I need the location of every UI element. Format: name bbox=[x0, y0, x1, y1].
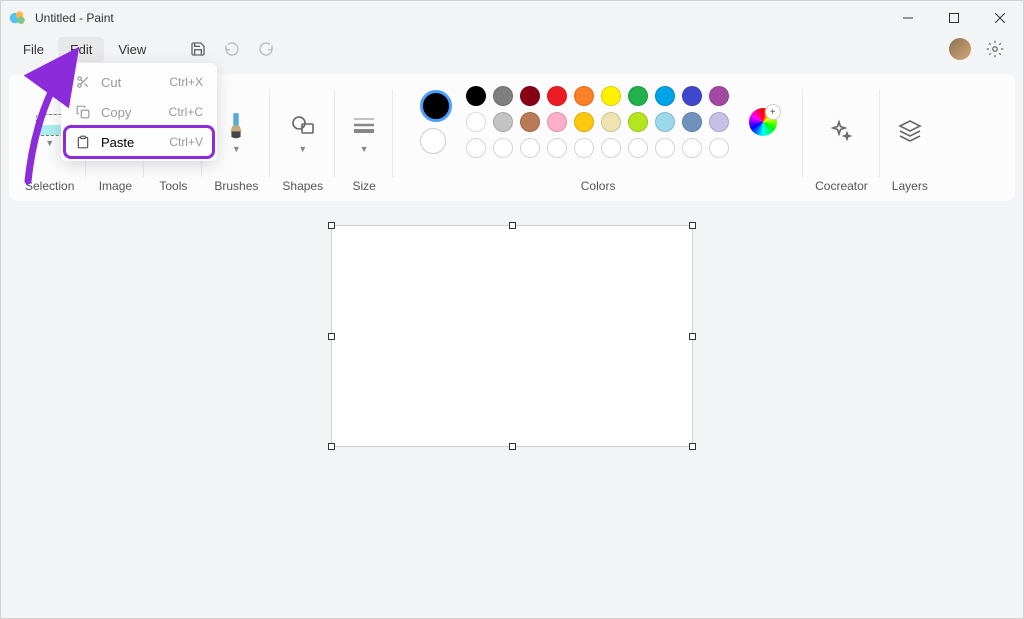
copy-label: Copy bbox=[101, 105, 159, 120]
title-bar: Untitled - Paint bbox=[1, 1, 1023, 34]
group-shapes: ▼ Shapes bbox=[270, 82, 335, 197]
chevron-down-icon: ▼ bbox=[298, 144, 307, 154]
color-swatch-empty[interactable] bbox=[628, 138, 648, 158]
color-swatch[interactable] bbox=[628, 112, 648, 132]
save-button[interactable] bbox=[182, 35, 214, 63]
menu-cut[interactable]: Cut Ctrl+X bbox=[65, 67, 213, 97]
color-swatch-empty[interactable] bbox=[709, 138, 729, 158]
menu-file[interactable]: File bbox=[11, 37, 56, 62]
color-swatch[interactable] bbox=[655, 112, 675, 132]
primary-color[interactable] bbox=[420, 90, 452, 122]
color-swatch-empty[interactable] bbox=[601, 138, 621, 158]
chevron-down-icon: ▼ bbox=[232, 144, 241, 154]
cut-shortcut: Ctrl+X bbox=[169, 75, 203, 89]
settings-button[interactable] bbox=[979, 35, 1011, 63]
shapes-icon bbox=[286, 108, 320, 142]
chevron-down-icon: ▼ bbox=[360, 144, 369, 154]
color-swatch[interactable] bbox=[547, 112, 567, 132]
group-colors: Colors bbox=[393, 82, 803, 197]
paste-shortcut: Ctrl+V bbox=[169, 135, 203, 149]
color-swatch-empty[interactable] bbox=[466, 138, 486, 158]
resize-handle[interactable] bbox=[509, 443, 516, 450]
resize-handle[interactable] bbox=[689, 333, 696, 340]
resize-handle[interactable] bbox=[328, 443, 335, 450]
resize-handle[interactable] bbox=[509, 222, 516, 229]
group-cocreator: Cocreator bbox=[803, 82, 880, 197]
canvas-area bbox=[1, 225, 1023, 447]
copy-icon bbox=[75, 104, 91, 120]
color-swatch[interactable] bbox=[628, 86, 648, 106]
cocreator-tool[interactable] bbox=[824, 86, 858, 175]
secondary-color[interactable] bbox=[420, 128, 446, 154]
minimize-button[interactable] bbox=[885, 1, 931, 34]
menu-view[interactable]: View bbox=[106, 37, 158, 62]
selection-icon bbox=[36, 114, 64, 136]
color-swatch-empty[interactable] bbox=[493, 138, 513, 158]
color-swatch[interactable] bbox=[682, 86, 702, 106]
color-swatch[interactable] bbox=[682, 112, 702, 132]
undo-button[interactable] bbox=[216, 35, 248, 63]
maximize-button[interactable] bbox=[931, 1, 977, 34]
color-swatch[interactable] bbox=[520, 112, 540, 132]
color-swatch[interactable] bbox=[466, 86, 486, 106]
color-swatch[interactable] bbox=[655, 86, 675, 106]
window-controls bbox=[885, 1, 1023, 34]
canvas[interactable] bbox=[331, 225, 693, 447]
shapes-tool[interactable]: ▼ bbox=[286, 86, 320, 175]
color-swatch[interactable] bbox=[520, 86, 540, 106]
cut-label: Cut bbox=[101, 75, 159, 90]
window-title: Untitled - Paint bbox=[35, 11, 885, 25]
color-swatch[interactable] bbox=[709, 86, 729, 106]
color-swatch[interactable] bbox=[601, 112, 621, 132]
color-swatch[interactable] bbox=[493, 112, 513, 132]
edit-dropdown: Cut Ctrl+X Copy Ctrl+C Paste Ctrl+V bbox=[61, 63, 217, 161]
close-button[interactable] bbox=[977, 1, 1023, 34]
edit-colors-button[interactable] bbox=[749, 108, 777, 136]
brushes-tool[interactable]: ▼ bbox=[219, 86, 253, 175]
paste-icon bbox=[75, 134, 91, 150]
color-swatch[interactable] bbox=[547, 86, 567, 106]
color-swatch[interactable] bbox=[601, 86, 621, 106]
color-swatch[interactable] bbox=[709, 112, 729, 132]
color-swatch-empty[interactable] bbox=[574, 138, 594, 158]
color-swatch-empty[interactable] bbox=[655, 138, 675, 158]
menu-bar: File Edit View bbox=[1, 34, 1023, 64]
menu-copy[interactable]: Copy Ctrl+C bbox=[65, 97, 213, 127]
color-swatch[interactable] bbox=[574, 112, 594, 132]
redo-button[interactable] bbox=[250, 35, 282, 63]
color-swatch[interactable] bbox=[574, 86, 594, 106]
resize-handle[interactable] bbox=[328, 222, 335, 229]
resize-handle[interactable] bbox=[328, 333, 335, 340]
color-swatch-empty[interactable] bbox=[547, 138, 567, 158]
menu-edit[interactable]: Edit bbox=[58, 37, 104, 62]
color-swatch[interactable] bbox=[493, 86, 513, 106]
paste-label: Paste bbox=[101, 135, 159, 150]
size-tool[interactable]: ▼ bbox=[347, 86, 381, 175]
color-palette bbox=[466, 86, 729, 158]
color-swatch[interactable] bbox=[466, 112, 486, 132]
brush-icon bbox=[219, 108, 253, 142]
paint-app-icon bbox=[9, 9, 27, 27]
chevron-down-icon: ▼ bbox=[45, 138, 54, 148]
resize-handle[interactable] bbox=[689, 443, 696, 450]
user-avatar[interactable] bbox=[949, 38, 971, 60]
color-swatch-empty[interactable] bbox=[520, 138, 540, 158]
layers-icon bbox=[893, 114, 927, 148]
color-swatch-empty[interactable] bbox=[682, 138, 702, 158]
group-layers: Layers bbox=[880, 82, 940, 197]
menu-paste[interactable]: Paste Ctrl+V bbox=[65, 127, 213, 157]
resize-handle[interactable] bbox=[689, 222, 696, 229]
copy-shortcut: Ctrl+C bbox=[169, 105, 203, 119]
layers-tool[interactable] bbox=[893, 86, 927, 175]
group-size: ▼ Size bbox=[335, 82, 393, 197]
size-icon bbox=[347, 108, 381, 142]
sparkle-icon bbox=[824, 114, 858, 148]
selection-tool[interactable]: ▼ bbox=[36, 86, 64, 175]
cut-icon bbox=[75, 74, 91, 90]
